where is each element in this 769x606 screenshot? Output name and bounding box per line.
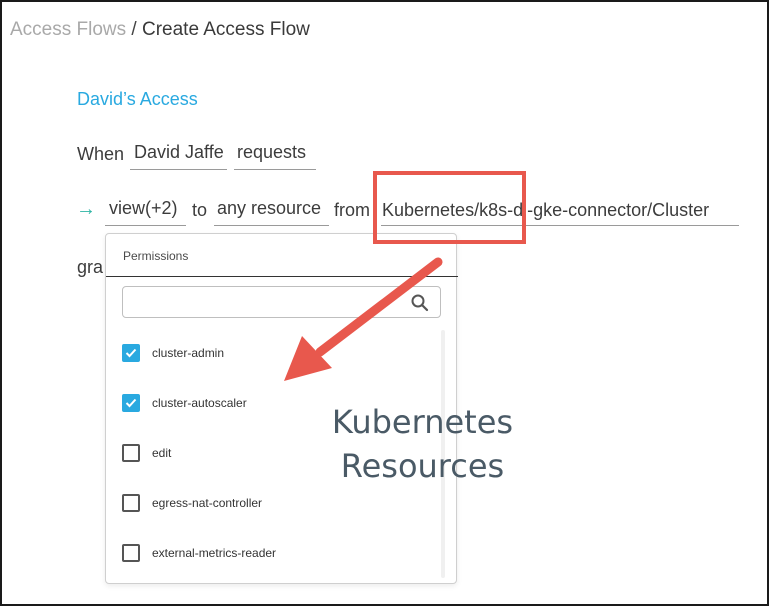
resource-selector[interactable]: any resource xyxy=(214,196,329,226)
permission-option-label: cluster-autoscaler xyxy=(152,396,247,410)
permission-option-label: cluster-admin xyxy=(152,346,225,360)
checkbox-checked-icon[interactable] xyxy=(122,394,140,412)
checkbox-unchecked-icon[interactable] xyxy=(122,444,140,462)
annotation-line-2: Resources xyxy=(340,447,505,485)
requests-selector[interactable]: requests xyxy=(234,140,316,170)
permission-option[interactable]: egress-nat-controller xyxy=(122,491,262,515)
from-label: from xyxy=(334,200,370,220)
permission-option-label: egress-nat-controller xyxy=(152,496,263,510)
permission-option[interactable]: cluster-autoscaler xyxy=(122,391,247,415)
permission-option[interactable]: edit xyxy=(122,441,171,465)
permission-selector[interactable]: view(+2) xyxy=(105,196,186,226)
checkbox-checked-icon[interactable] xyxy=(122,344,140,362)
permissions-search-input[interactable] xyxy=(122,286,441,318)
access-flow-name[interactable]: David’s Access xyxy=(77,89,198,110)
checkbox-unchecked-icon[interactable] xyxy=(122,544,140,562)
requester-selector[interactable]: David Jaffe xyxy=(130,140,227,170)
page-title: Create Access Flow xyxy=(141,19,310,40)
checkbox-unchecked-icon[interactable] xyxy=(122,494,140,512)
callout-highlight-box xyxy=(373,171,526,244)
permission-option[interactable]: cluster-admin xyxy=(122,341,224,365)
breadcrumb: Access Flows / Create Access Flow xyxy=(10,19,310,41)
arrow-right-icon: → xyxy=(76,198,96,220)
when-label: When xyxy=(77,144,125,164)
permission-option-label: external-metrics-reader xyxy=(152,546,277,560)
permission-option-label: edit xyxy=(152,446,172,460)
breadcrumb-separator: / xyxy=(126,19,142,40)
search-icon[interactable] xyxy=(410,293,430,313)
grant-label: gra xyxy=(77,257,104,277)
to-label: to xyxy=(192,200,208,220)
app-window: Access Flows / Create Access Flow David’… xyxy=(0,0,769,606)
breadcrumb-access-flows-link[interactable]: Access Flows xyxy=(10,19,126,40)
annotation-line-1: Kubernetes xyxy=(331,403,514,441)
dropdown-title: Permissions xyxy=(123,249,189,263)
dropdown-divider xyxy=(106,276,458,277)
annotation-label: Kubernetes Resources xyxy=(320,400,525,488)
permission-option[interactable]: external-metrics-reader xyxy=(122,541,276,565)
